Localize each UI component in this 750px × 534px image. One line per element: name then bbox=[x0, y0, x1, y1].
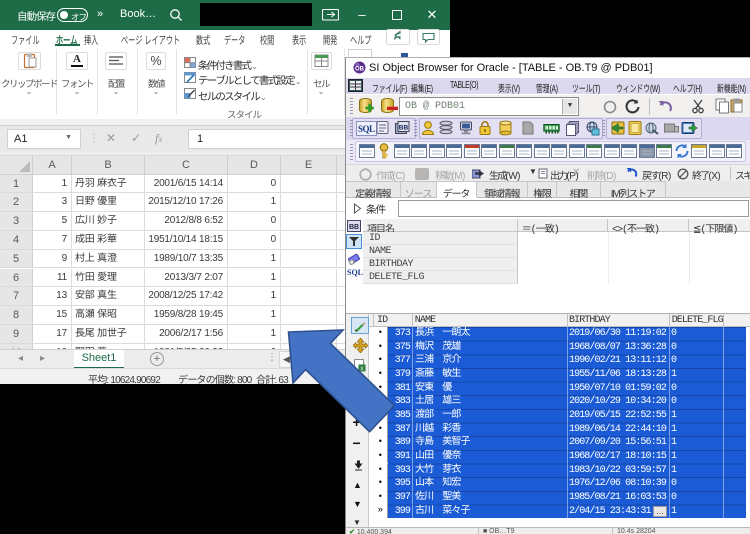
svg-text:BB: BB bbox=[349, 224, 359, 231]
svg-text:OB: OB bbox=[355, 67, 365, 73]
svg-text:BB: BB bbox=[399, 125, 409, 132]
